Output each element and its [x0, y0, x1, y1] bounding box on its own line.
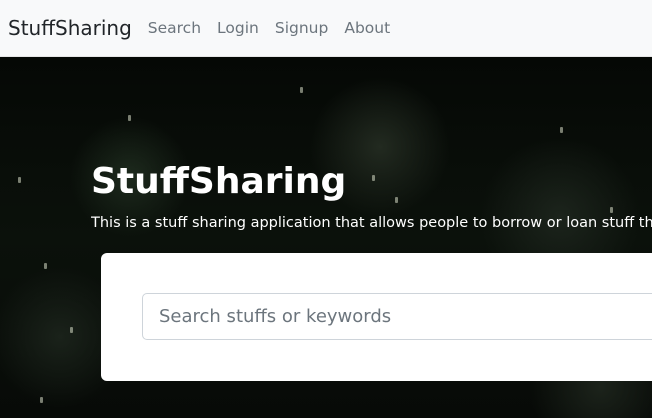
- background-speck: [40, 397, 43, 403]
- background-speck: [300, 87, 303, 93]
- background-speck: [18, 177, 21, 183]
- search-input[interactable]: [142, 293, 652, 340]
- hero-banner: StuffSharing This is a stuff sharing app…: [0, 57, 652, 418]
- background-speck: [560, 127, 563, 133]
- hero-title: StuffSharing: [91, 161, 347, 202]
- background-speck: [128, 115, 131, 121]
- background-speck: [610, 207, 613, 213]
- nav-link-about[interactable]: About: [344, 19, 390, 37]
- background-speck: [70, 327, 73, 333]
- nav-link-signup[interactable]: Signup: [275, 19, 328, 37]
- nav-link-search[interactable]: Search: [148, 19, 201, 37]
- search-card: [101, 253, 652, 381]
- background-speck: [395, 197, 398, 203]
- background-speck: [44, 263, 47, 269]
- hero-description: This is a stuff sharing application that…: [91, 215, 652, 231]
- nav-link-login[interactable]: Login: [217, 19, 259, 37]
- nav-links: Search Login Signup About: [148, 19, 390, 37]
- brand-link[interactable]: StuffSharing: [8, 16, 132, 40]
- navbar: StuffSharing Search Login Signup About: [0, 0, 652, 57]
- background-speck: [372, 175, 375, 181]
